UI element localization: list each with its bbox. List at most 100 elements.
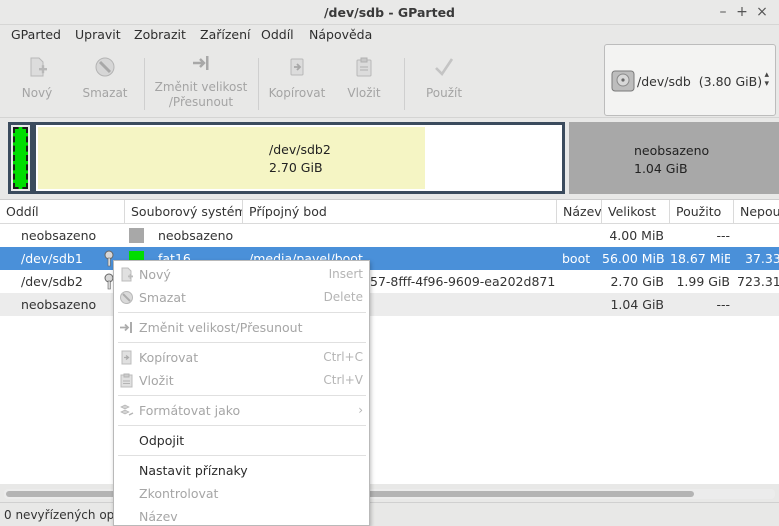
cell-size: 1.04 GiB (610, 297, 664, 312)
toolbar-separator (144, 58, 145, 110)
cell-used: 18.67 MiB (670, 251, 730, 266)
diskmap-sdb2-used (38, 127, 425, 189)
cell-partition: neobsazeno (21, 297, 97, 312)
delete-icon (95, 57, 115, 77)
resize-move-icon (193, 56, 209, 70)
shortcut-ctrl-c: Ctrl+C (323, 350, 363, 364)
menu-item-new[interactable]: Nový Insert (114, 263, 369, 286)
paste-icon (356, 57, 372, 77)
format-icon (120, 404, 134, 416)
menu-help[interactable]: Nápověda (309, 27, 372, 42)
device-label: /dev/sdb (3.80 GiB) (637, 74, 763, 89)
menu-item-unmount[interactable]: Odpojit (114, 429, 369, 452)
copy-icon (290, 58, 304, 76)
shortcut-ctrl-v: Ctrl+V (323, 373, 363, 387)
column-header-mountpoint[interactable]: Přípojný bod (243, 200, 557, 224)
apply-button-label: Použít (425, 86, 463, 100)
menu-item-label[interactable]: Název (114, 505, 369, 526)
cell-partition: neobsazeno (21, 228, 97, 243)
paste-button[interactable]: Vložit (340, 50, 388, 114)
toolbar-separator (404, 58, 405, 110)
fs-color-swatch (129, 228, 144, 243)
hard-disk-icon (611, 70, 635, 92)
close-button[interactable]: × (753, 3, 771, 21)
chevron-down-icon: ▾ (764, 79, 769, 89)
menu-item-check[interactable]: Zkontrolovat (114, 482, 369, 505)
minimize-button[interactable]: – (714, 3, 732, 21)
cell-partition: /dev/sdb1 (21, 251, 83, 266)
menu-bar: GParted Upravit Zobrazit Zařízení Oddíl … (0, 25, 779, 46)
menu-partition[interactable]: Oddíl (261, 27, 294, 42)
shortcut-delete: Delete (323, 290, 363, 304)
toolbar-separator (258, 58, 259, 110)
diskmap-unallocated[interactable]: neobsazeno 1.04 GiB (569, 122, 779, 194)
paste-button-label: Vložit (347, 86, 381, 100)
new-button-label: Nový (21, 86, 53, 100)
window-title: /dev/sdb - GParted (323, 5, 456, 20)
submenu-arrow-icon: › (358, 403, 363, 417)
cell-used: --- (716, 297, 730, 312)
column-header-filesystem[interactable]: Souborový systém (125, 200, 243, 224)
diskmap-partition-sdb1[interactable] (8, 122, 33, 194)
diskmap-sdb1-fill (13, 127, 28, 189)
resize-move-button[interactable]: Změnit velikost /Přesunout (151, 50, 251, 114)
paste-icon (120, 373, 133, 388)
resize-move-label-1: Změnit velikost (154, 80, 248, 94)
menu-item-paste[interactable]: Vložit Ctrl+V (114, 369, 369, 392)
delete-button[interactable]: Smazat (80, 50, 130, 114)
copy-icon (121, 350, 132, 365)
cell-size: 2.70 GiB (610, 274, 664, 289)
diskmap-unallocated-text: neobsazeno 1.04 GiB (634, 143, 710, 176)
menu-separator (118, 455, 366, 456)
column-header-partition[interactable]: Oddíl (0, 200, 125, 224)
cell-partition: /dev/sdb2 (21, 274, 83, 289)
resize-move-label-2: /Přesunout (168, 95, 234, 109)
pending-operations-status: 0 nevyřízených ope (4, 508, 122, 522)
apply-check-icon (435, 58, 454, 77)
table-row[interactable]: neobsazeno neobsazeno 4.00 MiB --- (0, 224, 779, 247)
cell-used: 1.99 GiB (676, 274, 730, 289)
device-spinner[interactable]: ▴ ▾ (764, 71, 769, 89)
maximize-button[interactable]: + (733, 3, 751, 21)
menu-item-delete[interactable]: Smazat Delete (114, 286, 369, 309)
disk-map: /dev/sdb2 2.70 GiB neobsazeno 1.04 GiB (0, 118, 779, 199)
menu-item-manage-flags[interactable]: Nastavit příznaky (114, 459, 369, 482)
apply-button[interactable]: Použít (420, 50, 468, 114)
menu-separator (118, 425, 366, 426)
delete-icon (120, 291, 133, 304)
menu-separator (118, 395, 366, 396)
cell-used: --- (716, 228, 730, 243)
resize-move-icon (120, 322, 132, 333)
menu-device[interactable]: Zařízení (200, 27, 250, 42)
cell-mountpoint: 57-8fff-4f96-9609-ea202d871acf (370, 274, 556, 289)
cell-filesystem: neobsazeno (158, 228, 234, 243)
new-button[interactable]: Nový (14, 50, 60, 114)
cell-unused: 37.33 (745, 251, 779, 266)
cell-unused: 723.31 (737, 274, 779, 289)
menu-item-format-as[interactable]: Formátovat jako › (114, 399, 369, 422)
menu-separator (118, 312, 366, 313)
menu-gparted[interactable]: GParted (11, 27, 61, 42)
diskmap-sdb2-text: /dev/sdb2 2.70 GiB (269, 142, 331, 175)
cell-size: 4.00 MiB (609, 228, 664, 243)
diskmap-partition-sdb2[interactable]: /dev/sdb2 2.70 GiB (33, 122, 565, 194)
context-menu: Nový Insert Smazat Delete Změnit velikos… (113, 260, 370, 526)
copy-button-label: Kopírovat (268, 86, 326, 100)
copy-button[interactable]: Kopírovat (265, 50, 329, 114)
menu-edit[interactable]: Upravit (75, 27, 121, 42)
new-partition-icon (30, 57, 47, 77)
cell-size: 56.00 MiB (602, 251, 664, 266)
menu-item-copy[interactable]: Kopírovat Ctrl+C (114, 346, 369, 369)
device-selector[interactable]: /dev/sdb (3.80 GiB) ▴ ▾ (604, 44, 776, 116)
menu-view[interactable]: Zobrazit (134, 27, 186, 42)
delete-button-label: Smazat (82, 86, 128, 100)
menu-separator (118, 342, 366, 343)
column-header-unused[interactable]: Nepou (734, 200, 779, 224)
cell-label: boot (562, 251, 591, 266)
shortcut-insert: Insert (328, 267, 363, 281)
column-header-label[interactable]: Název (557, 200, 602, 224)
new-partition-icon (121, 267, 133, 282)
column-header-size[interactable]: Velikost (602, 200, 670, 224)
column-header-used[interactable]: Použito (670, 200, 734, 224)
menu-item-resize-move[interactable]: Změnit velikost/Přesunout (114, 316, 369, 339)
